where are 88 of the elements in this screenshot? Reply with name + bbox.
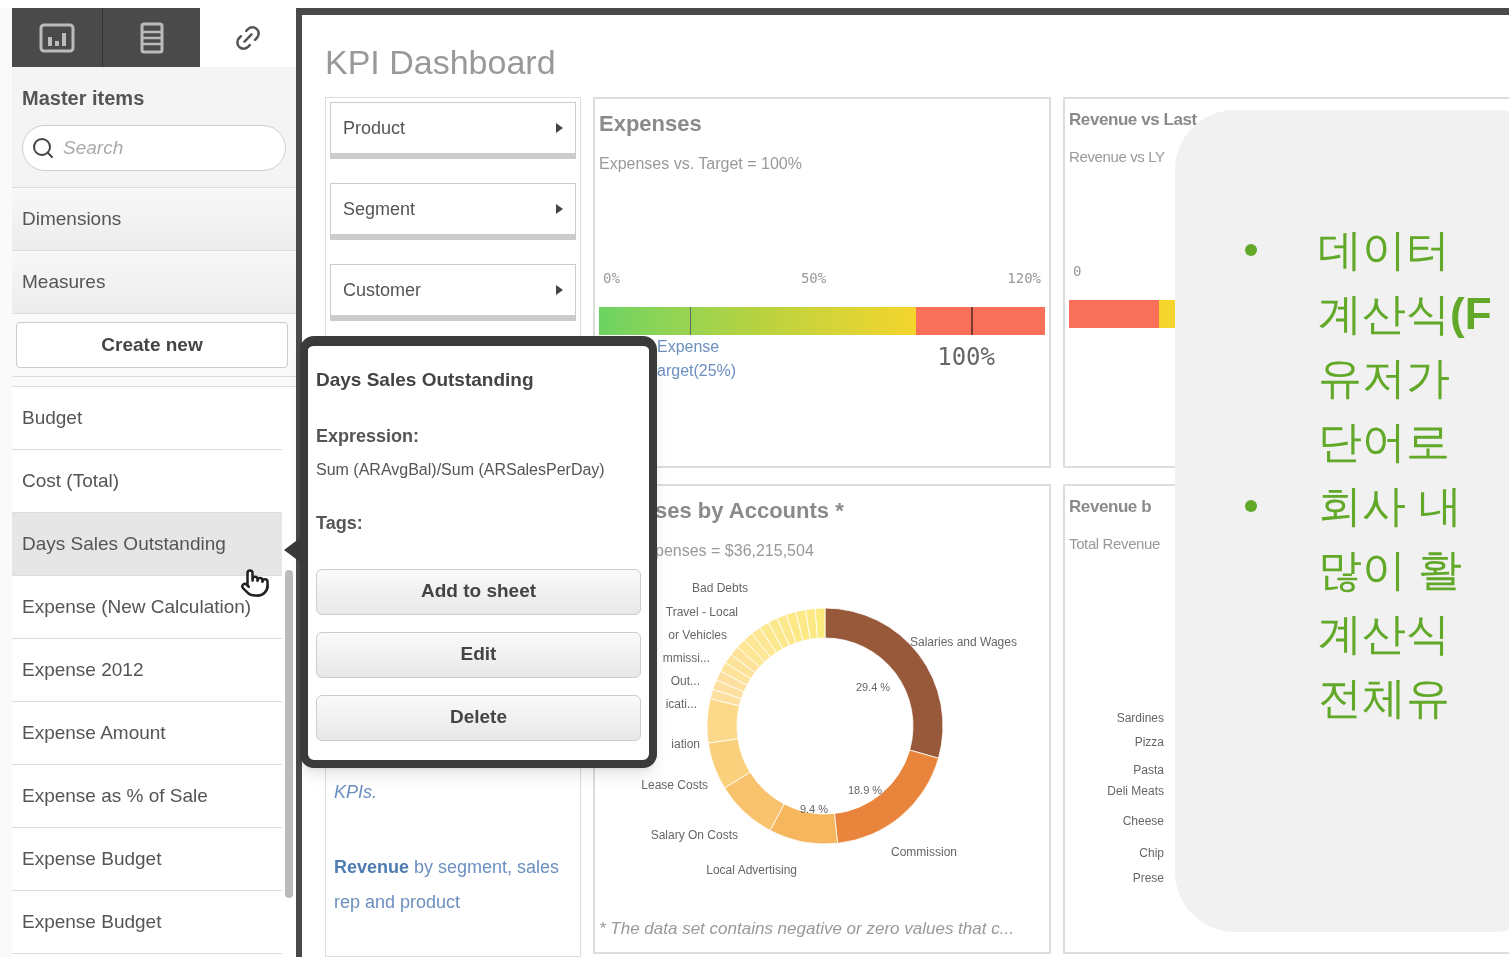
card-subtitle: Expenses vs. Target = 100% bbox=[599, 154, 803, 174]
donut-slice bbox=[751, 627, 777, 658]
donut-slice bbox=[767, 617, 790, 650]
list-icon bbox=[139, 21, 164, 54]
slice-label: Local Advertising bbox=[706, 863, 797, 877]
kpi-note: KPIs. bbox=[334, 781, 378, 804]
popup-title: Days Sales Outstanding bbox=[316, 368, 535, 392]
donut-slice bbox=[715, 670, 748, 693]
slice-label: Commission bbox=[891, 845, 957, 859]
donut-slice bbox=[795, 609, 811, 642]
donut-slice bbox=[804, 608, 819, 640]
master-item[interactable]: Days Sales Outstanding bbox=[12, 513, 282, 576]
donut-slice bbox=[720, 662, 752, 686]
axis-tick: 50% bbox=[800, 269, 827, 288]
slice-label: Deli Meats bbox=[1107, 783, 1164, 798]
slice-label: Salary On Costs bbox=[650, 828, 738, 842]
callout-text-line: 단어로 bbox=[1318, 416, 1450, 468]
axis-tick: 120% bbox=[1007, 269, 1041, 288]
popup-button[interactable]: Edit bbox=[316, 631, 641, 678]
callout-text-line: 유저가 bbox=[1318, 352, 1450, 404]
expression-label: Expression: bbox=[316, 424, 421, 448]
search-icon bbox=[31, 136, 55, 160]
legend-label: arget(25%) bbox=[657, 361, 737, 381]
callout-text-line: 회사 내 bbox=[1318, 480, 1463, 532]
donut-slice bbox=[743, 633, 771, 663]
card-subtitle: Revenue vs LY bbox=[1069, 147, 1165, 167]
filter-dropdown[interactable]: Product bbox=[330, 102, 576, 159]
donut-slice bbox=[759, 622, 784, 654]
bar-chart-icon bbox=[39, 22, 75, 53]
panel-title: Master items bbox=[22, 86, 146, 111]
slice-label: Sardines bbox=[1116, 710, 1164, 725]
donut-slice bbox=[724, 771, 785, 831]
sidebar-tab[interactable] bbox=[12, 8, 103, 67]
search-field[interactable]: Search bbox=[22, 125, 286, 171]
popup-button[interactable]: Delete bbox=[316, 694, 641, 741]
tags-label: Tags: bbox=[316, 511, 364, 535]
caret-icon bbox=[556, 285, 563, 295]
expression-text: Sum (ARAvgBal)/Sum (ARSalesPerDay) bbox=[316, 459, 606, 480]
donut-slice bbox=[737, 639, 766, 668]
popup-button[interactable]: Add to sheet bbox=[316, 568, 641, 615]
percent-label: 18.9 % bbox=[847, 784, 883, 796]
caret-icon bbox=[556, 123, 563, 133]
scrollbar[interactable] bbox=[285, 570, 293, 898]
slice-label: Salaries and Wages bbox=[910, 635, 1017, 649]
slice-label: Pizza bbox=[1134, 734, 1164, 749]
percent-label: 9.4 % bbox=[799, 803, 829, 815]
donut-slice bbox=[785, 611, 804, 644]
callout-text-line: 많이 활 bbox=[1318, 544, 1463, 596]
slice-label: icati... bbox=[665, 697, 697, 711]
donut-slice bbox=[725, 654, 756, 680]
slice-label: Prese bbox=[1132, 870, 1164, 885]
slice-label: Pasta bbox=[1133, 762, 1164, 777]
slice-label: Out... bbox=[670, 674, 700, 688]
create-new-button[interactable]: Create new bbox=[16, 322, 288, 368]
filter-dropdown[interactable]: Segment bbox=[330, 183, 576, 240]
slice-label: mmissi... bbox=[662, 651, 710, 665]
slice-label: or Vehicles bbox=[668, 628, 727, 642]
slice-label: Travel - Local bbox=[665, 605, 738, 619]
axis-tick: 0 bbox=[1072, 261, 1082, 281]
legend-label: Expense bbox=[657, 337, 721, 357]
footnote: * The data set contains negative or zero values that c... bbox=[598, 918, 1015, 940]
percent-label: 29.4 % bbox=[855, 681, 891, 693]
donut-slice bbox=[730, 646, 761, 674]
slice-label: Lease Costs bbox=[641, 778, 708, 792]
sidebar-tab[interactable] bbox=[103, 8, 200, 67]
callout-text-line: 계산식(F bbox=[1318, 288, 1492, 340]
axis-tick: 0% bbox=[603, 269, 620, 288]
hand-cursor-icon bbox=[240, 568, 270, 598]
slice-label: iation bbox=[671, 737, 700, 751]
sidebar-tab[interactable] bbox=[200, 8, 296, 67]
card-title: Revenue b bbox=[1069, 496, 1152, 518]
callout-text-line: 계산식 bbox=[1318, 608, 1450, 660]
slice-label: Chip bbox=[1139, 845, 1164, 860]
card-title: Revenue vs Last bbox=[1069, 109, 1197, 131]
slice-label: Bad Debts bbox=[691, 581, 748, 595]
donut-slice bbox=[776, 614, 797, 646]
filter-dropdown[interactable]: Customer bbox=[330, 264, 576, 321]
slice-label: Cheese bbox=[1122, 813, 1164, 828]
card-title: ses by Accounts * bbox=[654, 497, 845, 525]
revenue-note: Revenue by segment, sales rep and product bbox=[334, 856, 561, 914]
donut-slice bbox=[707, 738, 751, 789]
card-subtitle: Total Revenue bbox=[1069, 534, 1161, 554]
callout-text-line: 전체유 bbox=[1318, 672, 1450, 724]
caret-icon bbox=[556, 204, 563, 214]
gauge-value: 100% bbox=[937, 342, 995, 373]
dashboard-title: KPI Dashboard bbox=[325, 42, 557, 83]
callout-text-line: 데이터 bbox=[1318, 224, 1450, 276]
card-title: Expenses bbox=[599, 110, 703, 138]
